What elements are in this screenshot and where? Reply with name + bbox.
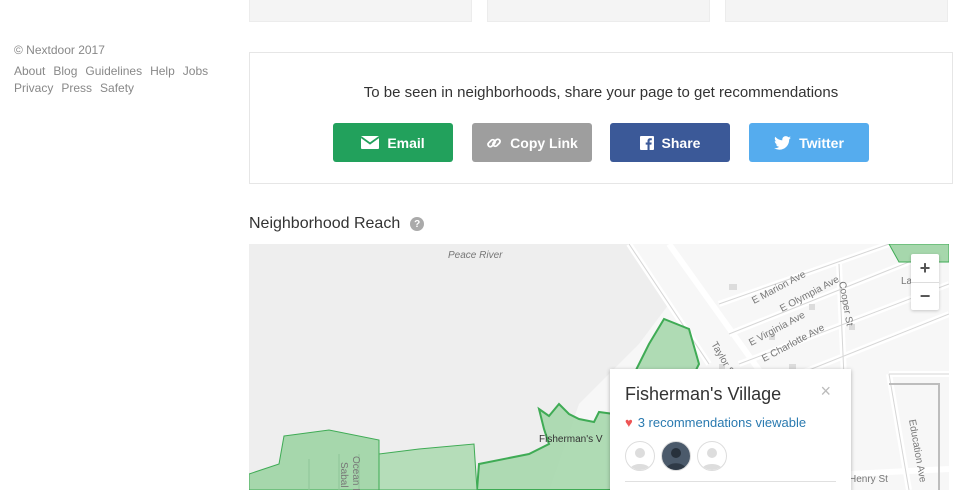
footer-links: About Blog Guidelines Help Jobs Privacy … xyxy=(14,64,234,95)
help-icon[interactable]: ? xyxy=(410,217,425,231)
top-card-3 xyxy=(725,0,948,22)
twitter-icon xyxy=(774,135,791,150)
reach-title: Neighborhood Reach xyxy=(249,215,401,232)
footer-link-guidelines[interactable]: Guidelines xyxy=(85,64,142,78)
twitter-share-label: Twitter xyxy=(799,134,844,151)
neighborhood-map[interactable]: Peace River E Marion Ave E Olympia Ave E… xyxy=(249,244,949,490)
copyright: © Nextdoor 2017 xyxy=(14,43,105,57)
heart-icon: ♥ xyxy=(625,415,633,430)
close-icon[interactable]: × xyxy=(820,381,831,402)
popup-title: Fisherman's Village xyxy=(625,384,782,404)
email-button[interactable]: Email xyxy=(333,123,453,162)
map-label-sabal: Sabal Dr xyxy=(338,462,349,490)
map-label-fishermans: Fisherman's V xyxy=(539,434,603,445)
page: © Nextdoor 2017 About Blog Guidelines He… xyxy=(0,0,980,490)
zoom-out-button[interactable]: − xyxy=(911,282,939,310)
map-region-center xyxy=(378,443,478,490)
top-card-2 xyxy=(487,0,710,22)
map-label-ocean: Ocean Dr xyxy=(350,456,361,490)
avatar[interactable] xyxy=(697,441,727,471)
recommendations-label: 3 recommendations viewable xyxy=(637,415,807,430)
top-card-1 xyxy=(249,0,472,22)
avatar[interactable] xyxy=(625,441,655,471)
footer-link-privacy[interactable]: Privacy xyxy=(14,81,53,95)
envelope-icon xyxy=(361,136,380,149)
facebook-share-label: Share xyxy=(661,134,701,151)
footer-link-about[interactable]: About xyxy=(14,64,45,78)
footer-link-jobs[interactable]: Jobs xyxy=(183,64,208,78)
copy-link-label: Copy Link xyxy=(510,134,578,151)
avatar-list xyxy=(625,441,727,471)
zoom-in-button[interactable]: + xyxy=(911,254,939,282)
share-title: To be seen in neighborhoods, share your … xyxy=(363,84,839,101)
avatar[interactable] xyxy=(661,441,691,471)
twitter-share-button[interactable]: Twitter xyxy=(749,123,869,162)
map-label-henry: Henry St xyxy=(849,474,888,485)
link-icon xyxy=(487,137,502,148)
footer-link-help[interactable]: Help xyxy=(150,64,175,78)
neighborhood-reach-heading: Neighborhood Reach ? xyxy=(249,215,425,233)
share-panel: To be seen in neighborhoods, share your … xyxy=(249,52,953,184)
footer-link-blog[interactable]: Blog xyxy=(53,64,77,78)
map-popup: Fisherman's Village × ♥ 3 recommendation… xyxy=(610,369,851,490)
email-label: Email xyxy=(387,134,425,151)
footer-link-safety[interactable]: Safety xyxy=(100,81,134,95)
facebook-share-button[interactable]: Share xyxy=(610,123,730,162)
recommendations-link[interactable]: ♥ 3 recommendations viewable xyxy=(625,415,806,430)
map-label-peace-river: Peace River xyxy=(448,250,503,261)
footer-link-press[interactable]: Press xyxy=(61,81,92,95)
zoom-control: + − xyxy=(911,254,939,310)
popup-divider xyxy=(625,481,836,482)
facebook-icon xyxy=(639,135,654,150)
person-icon xyxy=(630,448,650,470)
sidebar-footer: © Nextdoor 2017 About Blog Guidelines He… xyxy=(14,43,234,95)
person-icon xyxy=(702,448,722,470)
person-photo-icon xyxy=(666,448,686,470)
copy-link-button[interactable]: Copy Link xyxy=(472,123,592,162)
